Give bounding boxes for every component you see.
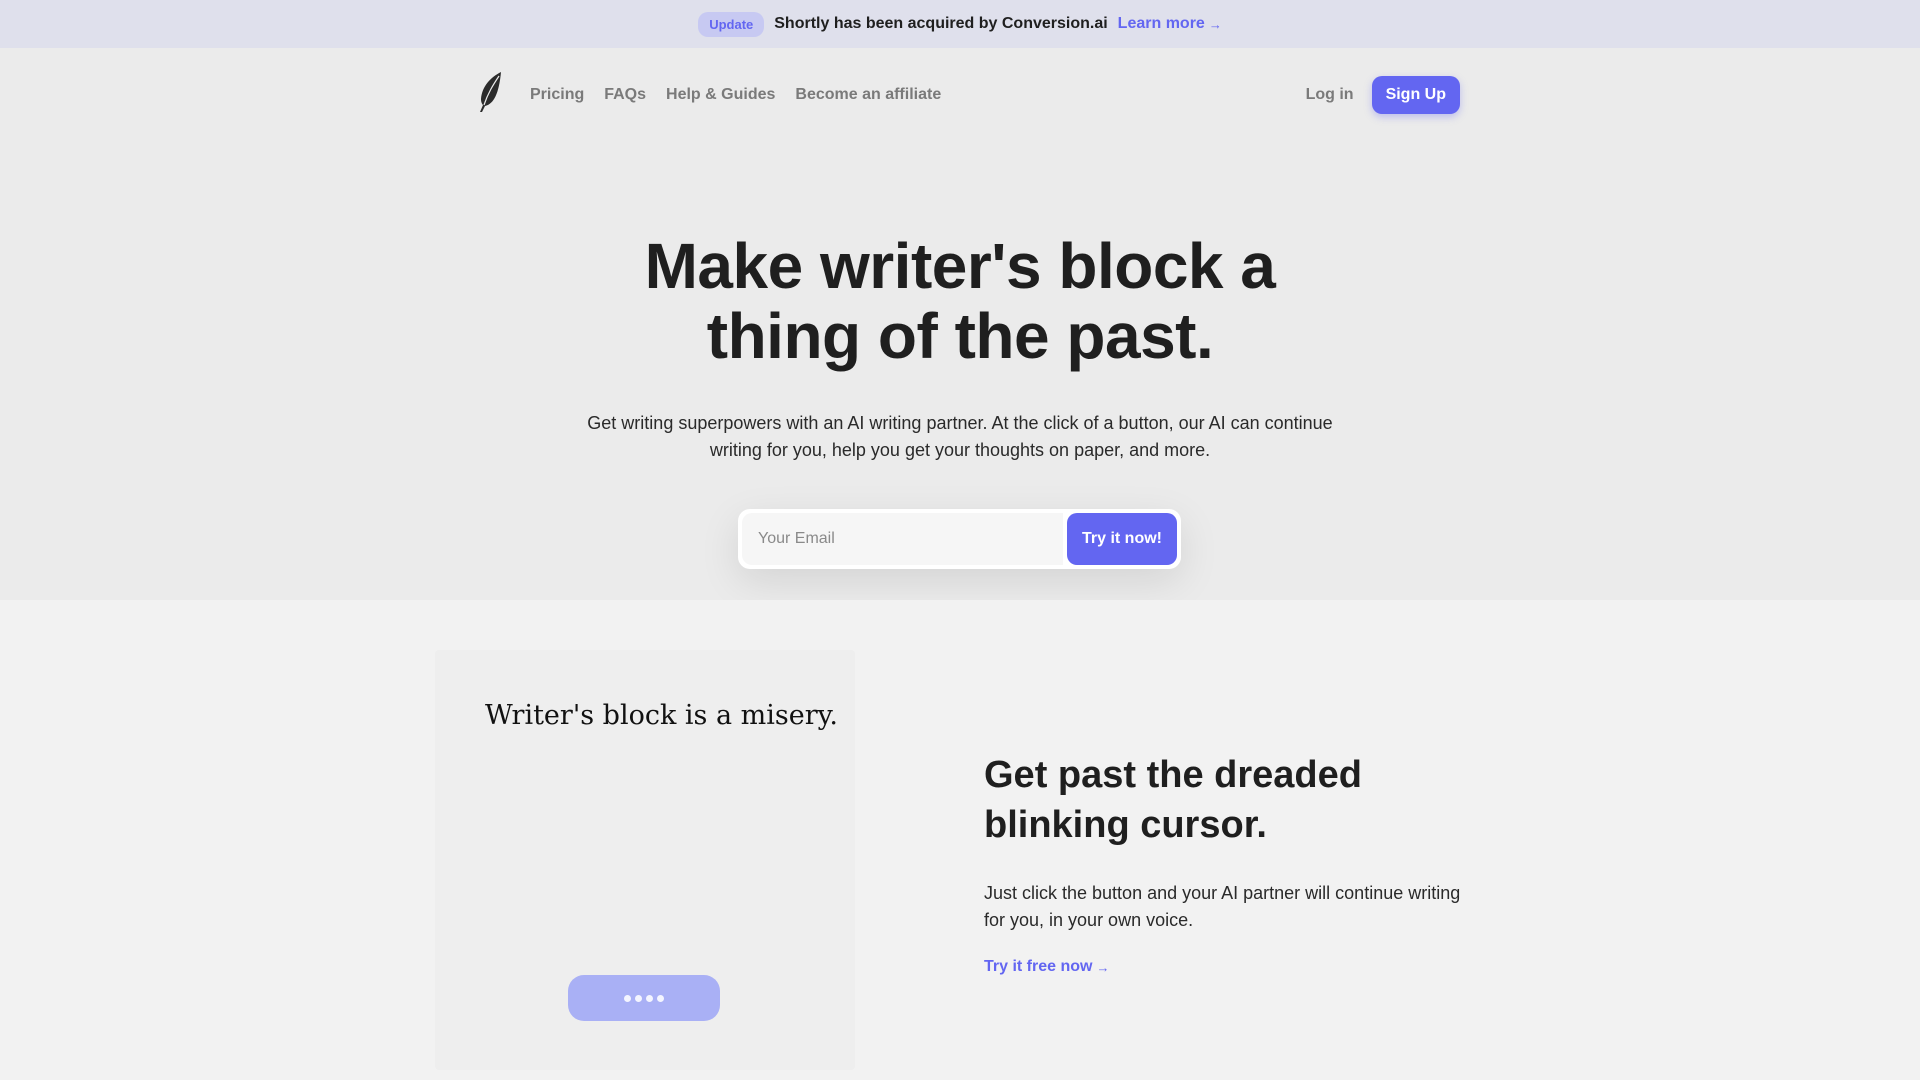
nav-faqs[interactable]: FAQs — [604, 86, 646, 104]
nav-help-guides[interactable]: Help & Guides — [666, 86, 775, 104]
try-free-label: Try it free now — [984, 958, 1093, 975]
nav-affiliate[interactable]: Become an affiliate — [795, 86, 941, 104]
loading-dots-icon — [635, 994, 642, 1002]
announcement-bar: Update Shortly has been acquired by Conv… — [0, 0, 1920, 48]
demo-editor-text: Writer's block is a misery. — [485, 700, 838, 731]
learn-more-label: Learn more — [1117, 15, 1205, 32]
try-free-link[interactable]: Try it free now → — [984, 958, 1109, 976]
signup-button[interactable]: Sign Up — [1371, 76, 1460, 114]
loading-dots-icon — [646, 994, 653, 1002]
demo-editor-card: Writer's block is a misery. — [435, 650, 855, 1070]
feature-body-line1: Just click the button and your AI partne… — [984, 883, 1461, 903]
nav-pricing[interactable]: Pricing — [530, 86, 584, 104]
feature-title: Get past the dreaded blinking cursor. — [984, 750, 1404, 850]
hero-title-line2: thing of the past. — [706, 300, 1214, 372]
hero-section: Pricing FAQs Help & Guides Become an aff… — [0, 48, 1920, 600]
feature-title-line2: blinking cursor. — [984, 804, 1267, 846]
login-link[interactable]: Log in — [1306, 86, 1354, 104]
email-signup-form: Try it now! — [738, 509, 1181, 569]
update-badge: Update — [698, 11, 765, 37]
announcement-text: Shortly has been acquired by Conversion.… — [774, 15, 1108, 32]
continue-writing-button[interactable] — [568, 975, 720, 1021]
nav-auth: Log in Sign Up — [1306, 48, 1460, 142]
loading-dots-icon — [657, 994, 664, 1002]
feather-icon[interactable] — [477, 71, 503, 113]
feature-section: Writer's block is a misery. Get past the… — [0, 600, 1920, 1080]
try-it-now-button[interactable]: Try it now! — [1067, 513, 1177, 565]
hero-subtitle-line2: writing for you, help you get your thoug… — [709, 440, 1211, 460]
arrow-right-icon: → — [1096, 959, 1110, 975]
hero-subtitle: Get writing superpowers with an AI writi… — [560, 410, 1360, 464]
loading-dots-icon — [624, 994, 631, 1002]
feature-body-line2: for you, in your own voice. — [984, 910, 1194, 930]
nav-links: Pricing FAQs Help & Guides Become an aff… — [530, 48, 941, 142]
email-input[interactable] — [742, 513, 1063, 565]
top-nav: Pricing FAQs Help & Guides Become an aff… — [0, 48, 1920, 142]
hero-subtitle-line1: Get writing superpowers with an AI writi… — [587, 413, 1333, 433]
feature-body: Just click the button and your AI partne… — [984, 880, 1464, 934]
arrow-right-icon: → — [1208, 16, 1222, 32]
learn-more-link[interactable]: Learn more → — [1118, 15, 1222, 33]
feature-title-line1: Get past the dreaded — [984, 754, 1362, 796]
hero-title: Make writer's block a thing of the past. — [0, 231, 1920, 371]
hero-title-line1: Make writer's block a — [644, 230, 1276, 302]
